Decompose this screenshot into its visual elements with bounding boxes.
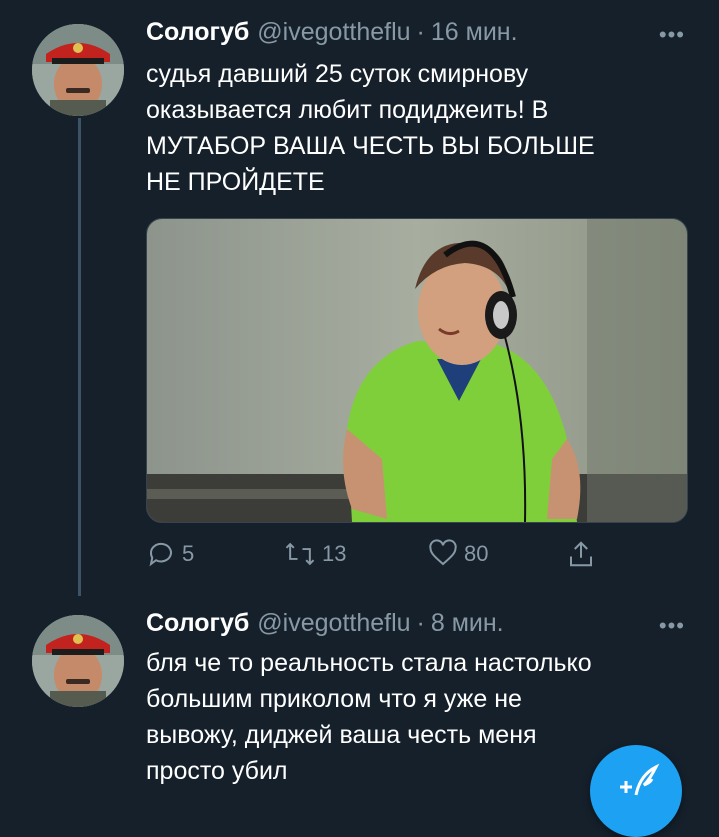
avatar[interactable]: [32, 24, 124, 116]
compose-tweet-button[interactable]: [590, 745, 682, 837]
tweet[interactable]: Сологуб @ivegottheflu · 16 мин. ••• судь…: [0, 0, 719, 600]
reply-icon: [149, 542, 172, 567]
reply-button[interactable]: 5: [146, 539, 194, 569]
tweet-header: Сологуб @ivegottheflu · 16 мин.: [146, 18, 518, 52]
share-button[interactable]: [566, 539, 596, 569]
heart-icon: [429, 539, 457, 566]
more-icon[interactable]: •••: [659, 613, 685, 639]
like-button[interactable]: 80: [428, 539, 488, 569]
share-icon: [570, 541, 592, 567]
retweet-count: 13: [322, 541, 347, 566]
timestamp[interactable]: 16 мин.: [431, 18, 518, 47]
separator-dot: ·: [416, 18, 425, 46]
user-handle[interactable]: @ivegottheflu: [257, 18, 410, 47]
display-name[interactable]: Сологуб: [146, 609, 249, 638]
user-handle[interactable]: @ivegottheflu: [257, 609, 410, 638]
compose-tweet-icon: [620, 763, 660, 796]
tweet-header: Сологуб @ivegottheflu · 8 мин.: [146, 609, 504, 643]
like-count: 80: [464, 541, 489, 566]
tweet-actions: 5 13 80: [146, 538, 616, 570]
retweet-button[interactable]: 13: [284, 539, 346, 569]
avatar-image: [32, 615, 124, 707]
avatar[interactable]: [32, 615, 124, 707]
tweet-photo[interactable]: [146, 218, 688, 523]
photo-image: [147, 219, 687, 522]
reply-count: 5: [182, 541, 195, 566]
display-name[interactable]: Сологуб: [146, 18, 249, 47]
avatar-image: [32, 24, 124, 116]
tweet-text: судья давший 25 суток смирнову оказывает…: [146, 60, 595, 196]
retweet-icon: [285, 542, 315, 566]
timestamp[interactable]: 8 мин.: [431, 609, 504, 638]
separator-dot: ·: [416, 609, 425, 637]
more-icon[interactable]: •••: [659, 22, 685, 48]
